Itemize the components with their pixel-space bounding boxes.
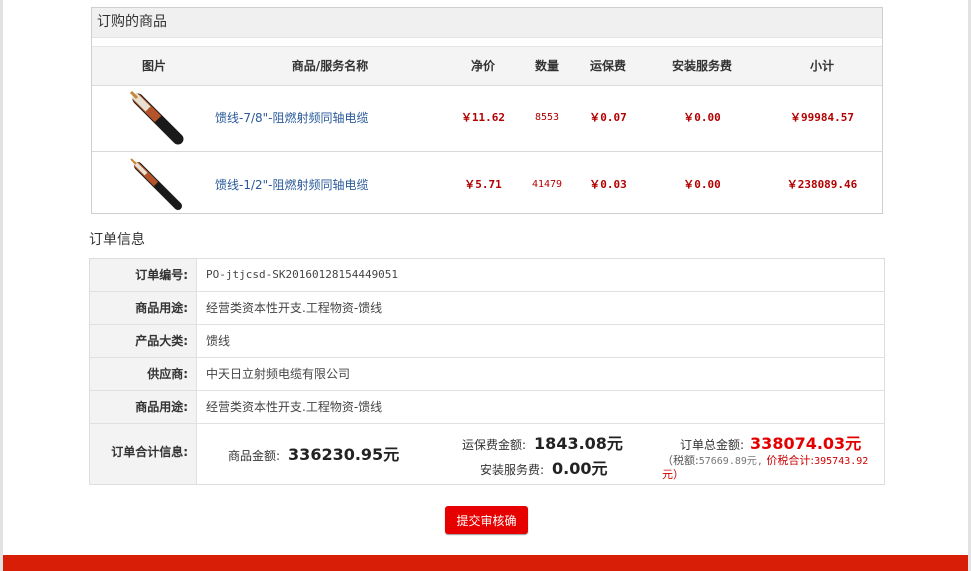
net-price: ￥5.71 [464, 178, 502, 191]
order-total-row: 订单合计信息: 商品金额: 336230.95元 运保费金额: 1843.08元 安… [90, 424, 884, 484]
items-table-header: 图片 商品/服务名称 净价 数量 运保费 安装服务费 小计 [92, 46, 882, 86]
category-row: 产品大类: 馈线 [90, 325, 884, 358]
left-border [0, 0, 3, 571]
product-link[interactable]: 馈线-1/2"-阻燃射频同轴电缆 [215, 152, 369, 218]
supplier-value: 中天日立射频电缆有限公司 [206, 367, 351, 381]
order-total-amount-label: 订单总金额: [680, 438, 745, 452]
purpose-value: 经营类资本性开支.工程物资-馈线 [206, 301, 383, 315]
shipping-amount-label: 运保费金额: [462, 438, 527, 452]
price-tax-label: 价税合计: [766, 454, 815, 467]
purpose-label: 商品用途: [90, 391, 197, 423]
purpose-label: 商品用途: [90, 292, 197, 324]
supplier-row: 供应商: 中天日立射频电缆有限公司 [90, 358, 884, 391]
subtotal: ￥238089.46 [786, 178, 858, 191]
ordered-items-panel: 订购的商品 图片 商品/服务名称 净价 数量 运保费 安装服务费 小计 馈线-7… [91, 7, 883, 214]
submit-review-button[interactable]: 提交审核确认 [445, 506, 528, 556]
tax-suffix: 元） [662, 468, 684, 481]
shipping-fee: ￥0.07 [589, 111, 627, 124]
install-fee: ￥0.00 [683, 111, 721, 124]
order-info-table: 订单编号: PO-jtjcsd-SK20160128154449051 商品用途… [89, 258, 885, 485]
install-fee: ￥0.00 [683, 178, 721, 191]
shipping-amount: 运保费金额: 1843.08元 [462, 430, 623, 454]
ordered-items-title: 订购的商品 [92, 8, 882, 38]
purpose-value: 经营类资本性开支.工程物资-馈线 [206, 400, 383, 414]
order-total-amount: 订单总金额: 338074.03元 [680, 430, 861, 454]
order-number-label: 订单编号: [90, 259, 197, 291]
shipping-amount-value: 1843.08元 [534, 434, 623, 453]
coaxial-cable-image[interactable] [128, 158, 184, 212]
price-tax-value: 395743.92 [814, 456, 869, 467]
quantity: 8553 [534, 112, 560, 123]
col-header-subtotal: 小计 [809, 59, 835, 73]
col-header-qty: 数量 [534, 59, 560, 73]
category-value: 馈线 [206, 334, 231, 348]
tax-prefix: （税额: [662, 454, 699, 467]
install-amount-value: 0.00元 [552, 459, 608, 478]
order-info-title: 订单信息 [89, 232, 145, 248]
shipping-fee: ￥0.03 [589, 178, 627, 191]
purpose-row-2: 商品用途: 经营类资本性开支.工程物资-馈线 [90, 391, 884, 424]
footer-bar [3, 555, 968, 571]
tax-value: 57669.89元, [698, 456, 763, 467]
col-header-name: 商品/服务名称 [291, 59, 369, 73]
purpose-row: 商品用途: 经营类资本性开支.工程物资-馈线 [90, 292, 884, 325]
table-row: 馈线-7/8"-阻燃射频同轴电缆 ￥11.62 8553 ￥0.07 ￥0.00… [92, 85, 882, 152]
supplier-label: 供应商: [90, 358, 197, 390]
install-amount: 安装服务费: 0.00元 [480, 455, 608, 479]
col-header-install: 安装服务费 [671, 59, 733, 73]
order-number-value: PO-jtjcsd-SK20160128154449051 [206, 268, 399, 281]
order-total-label: 订单合计信息: [90, 424, 197, 484]
goods-amount-label: 商品金额: [228, 449, 281, 463]
table-row: 馈线-1/2"-阻燃射频同轴电缆 ￥5.71 41479 ￥0.03 ￥0.00… [92, 152, 882, 218]
col-header-price: 净价 [470, 59, 496, 73]
product-link[interactable]: 馈线-7/8"-阻燃射频同轴电缆 [215, 85, 369, 151]
install-amount-label: 安装服务费: [480, 463, 545, 477]
quantity: 41479 [531, 179, 563, 190]
category-label: 产品大类: [90, 325, 197, 357]
tax-info: （税额:57669.89元, 价税合计:395743.92 元） [662, 454, 884, 481]
col-header-image: 图片 [141, 59, 167, 73]
order-total-amount-value: 338074.03元 [750, 434, 862, 453]
subtotal: ￥99984.57 [790, 111, 854, 124]
col-header-shipping: 运保费 [589, 59, 627, 73]
order-number-row: 订单编号: PO-jtjcsd-SK20160128154449051 [90, 259, 884, 292]
net-price: ￥11.62 [460, 111, 506, 124]
goods-amount-value: 336230.95元 [288, 445, 400, 464]
coaxial-cable-image[interactable] [128, 91, 184, 145]
goods-amount: 商品金额: 336230.95元 [228, 441, 399, 465]
